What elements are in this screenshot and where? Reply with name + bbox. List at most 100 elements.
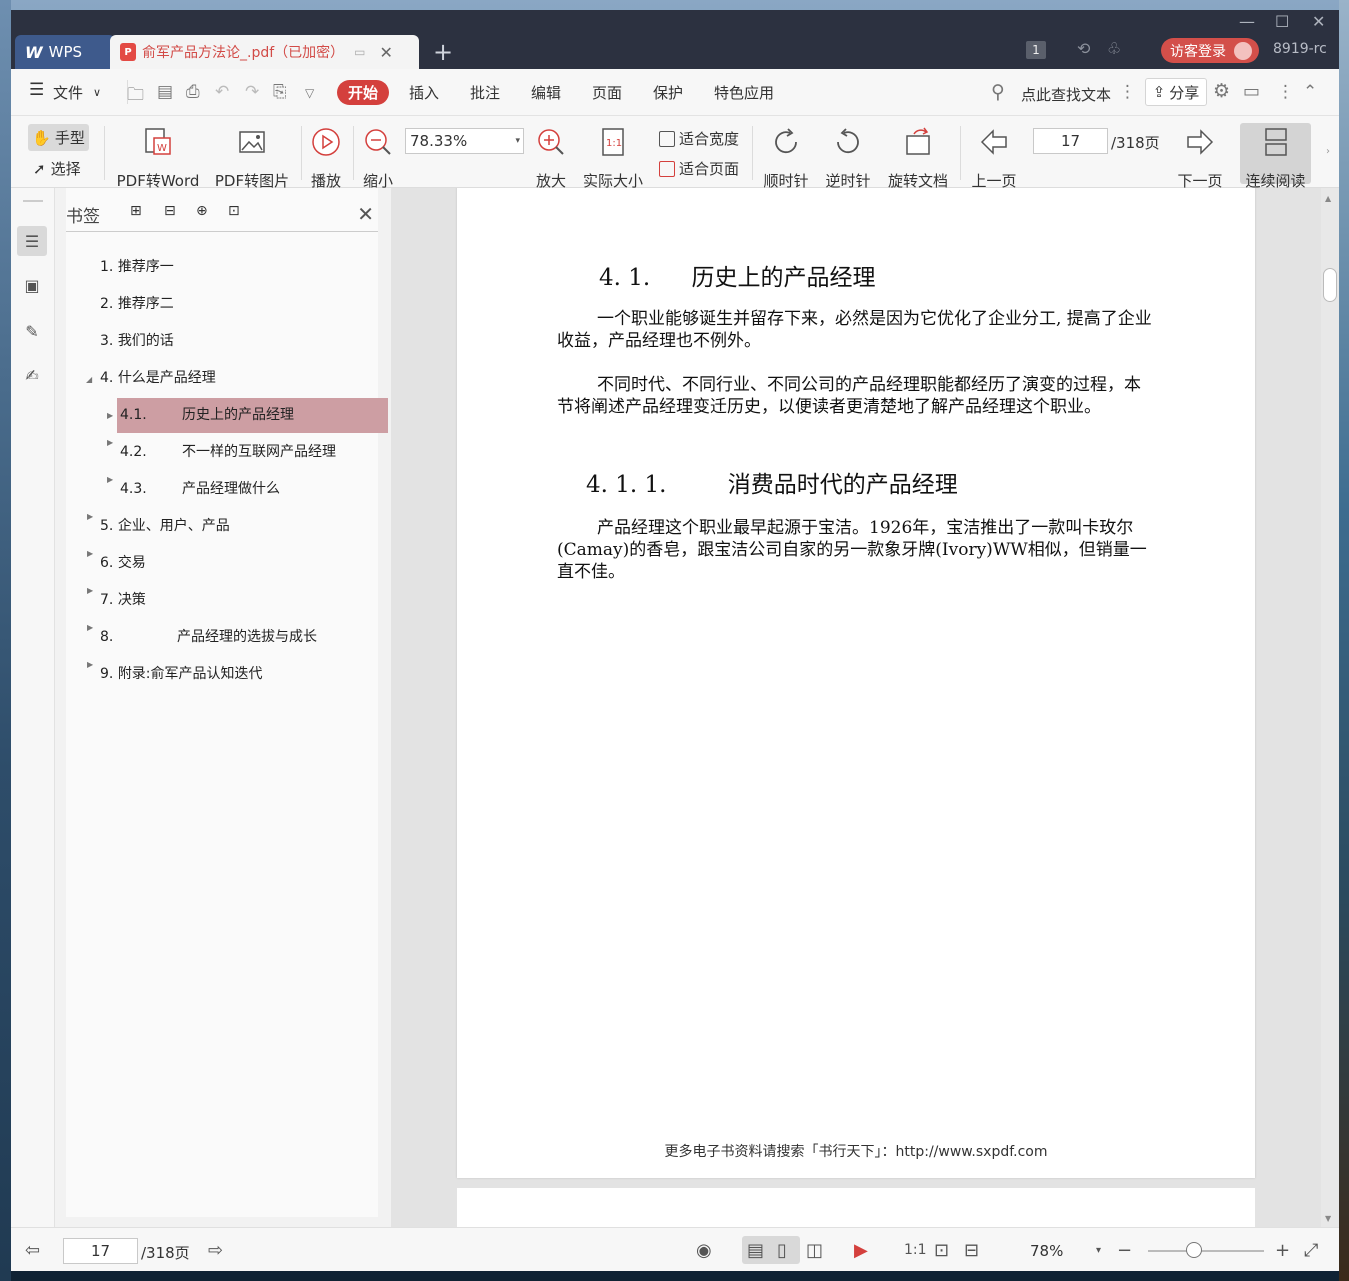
collapsed-caret-icon[interactable]: ▶: [107, 438, 113, 447]
wps-home-tab[interactable]: W WPS: [15, 35, 115, 69]
bookmark-panel-button[interactable]: ☰: [17, 226, 47, 256]
bookmark-item[interactable]: 3. 我们的话: [100, 324, 174, 359]
menu-annotate[interactable]: 批注: [470, 82, 500, 103]
fit-width-icon[interactable]: ⊟: [964, 1240, 979, 1261]
actual-size-button[interactable]: 1:1 实际大小: [581, 126, 645, 191]
search-find-text[interactable]: 点此查找文本: [1021, 84, 1111, 105]
bookmark-item[interactable]: 2. 推荐序二: [100, 287, 174, 322]
single-page-view-icon[interactable]: ▯: [777, 1240, 787, 1261]
bookmark-item[interactable]: 4. 什么是产品经理: [100, 361, 216, 396]
bookmark-item[interactable]: 5. 企业、用户、产品: [100, 509, 230, 544]
zoom-plus-icon[interactable]: +: [1275, 1240, 1290, 1261]
visitor-login-button[interactable]: 访客登录: [1161, 38, 1259, 63]
skin-icon[interactable]: ♧: [1107, 39, 1121, 58]
fit-width-button[interactable]: 适合宽度: [659, 128, 739, 149]
menu-edit[interactable]: 编辑: [531, 82, 561, 103]
bookmark-item[interactable]: 1. 推荐序一: [100, 250, 174, 285]
collapsed-caret-icon[interactable]: ▶: [107, 398, 113, 433]
bookmark-item[interactable]: 6. 交易: [100, 546, 146, 581]
expand-all-icon[interactable]: ⊞: [130, 203, 142, 219]
collapsed-caret-icon[interactable]: ▶: [87, 660, 93, 669]
status-page-input[interactable]: 17: [63, 1238, 138, 1264]
document-tab[interactable]: P 俞军产品方法论_.pdf（已加密） ▭ ✕: [110, 35, 419, 69]
window-count-badge[interactable]: 1: [1026, 41, 1046, 59]
collapsed-caret-icon[interactable]: ▶: [107, 475, 113, 484]
monitor-icon[interactable]: ▭: [354, 45, 365, 59]
next-page-button[interactable]: 下一页: [1175, 126, 1225, 191]
scrollbar-thumb[interactable]: [1323, 268, 1337, 302]
toolbar-scroll-right-icon[interactable]: ›: [1326, 146, 1330, 157]
collapse-ribbon-icon[interactable]: ⌃: [1303, 82, 1317, 102]
scroll-up-icon[interactable]: ▲: [1325, 194, 1331, 203]
actual-size-icon[interactable]: 1:1: [904, 1242, 927, 1258]
close-tab-icon[interactable]: ✕: [380, 43, 393, 62]
collapsed-caret-icon[interactable]: ▶: [87, 512, 93, 521]
minimize-icon[interactable]: —: [1239, 12, 1255, 31]
thumbnail-panel-button[interactable]: ▣: [17, 270, 47, 300]
continuous-view-icon[interactable]: ▤: [747, 1240, 764, 1261]
next-page-icon[interactable]: ⇨: [208, 1240, 223, 1261]
hamburger-icon[interactable]: ☰: [29, 80, 44, 100]
export-icon[interactable]: ⎘: [273, 82, 287, 102]
menu-special[interactable]: 特色应用: [714, 82, 774, 103]
expanded-caret-icon[interactable]: ◢: [86, 375, 92, 384]
settings-gear-icon[interactable]: ⚙: [1213, 80, 1230, 102]
page-number-input[interactable]: 17: [1033, 128, 1108, 154]
previous-page-icon[interactable]: ⇦: [25, 1240, 40, 1261]
bookmark-item[interactable]: 4.2. 不一样的互联网产品经理: [120, 435, 380, 470]
print-icon[interactable]: ⎙: [186, 82, 200, 102]
document-view[interactable]: 4. 1. 历史上的产品经理 一个职业能够诞生并留存下来，必然是因为它优化了企业…: [391, 188, 1339, 1227]
fit-page-icon[interactable]: ⊡: [934, 1240, 949, 1261]
zoom-out-button[interactable]: 缩小: [361, 126, 395, 191]
hand-tool-button[interactable]: ✋ 手型: [28, 124, 89, 151]
zoom-slider-track[interactable]: [1148, 1250, 1264, 1252]
select-tool-button[interactable]: ➚ 选择: [33, 158, 81, 179]
maximize-icon[interactable]: ☐: [1275, 12, 1289, 31]
bookmark-item[interactable]: 7. 决策: [100, 583, 146, 618]
collapsed-caret-icon[interactable]: ▶: [87, 623, 93, 632]
chevron-down-icon[interactable]: ∨: [93, 86, 101, 99]
vertical-scrollbar[interactable]: ▲ ▼: [1321, 188, 1339, 1227]
signature-panel-button[interactable]: ✍: [17, 360, 47, 390]
bookmark-item-selected[interactable]: ▶ 4.1. 历史上的产品经理: [107, 398, 388, 433]
zoom-dropdown-icon[interactable]: ▾: [1096, 1245, 1101, 1256]
rail-drag-handle[interactable]: [23, 200, 43, 202]
two-page-view-icon[interactable]: ◫: [806, 1240, 823, 1261]
redo-icon[interactable]: ↷: [245, 82, 259, 102]
rotate-counterclockwise-button[interactable]: 逆时针: [823, 126, 873, 191]
rotate-document-button[interactable]: 旋转文档: [885, 126, 951, 191]
file-menu[interactable]: 文件: [53, 82, 83, 103]
menu-page[interactable]: 页面: [592, 82, 622, 103]
open-folder-icon[interactable]: 🗀: [127, 82, 144, 111]
play-slideshow-icon[interactable]: ▶: [854, 1240, 868, 1261]
rotate-clockwise-button[interactable]: 顺时针: [761, 126, 811, 191]
bookmark-item[interactable]: 8. 产品经理的选拔与成长: [100, 620, 380, 655]
bookmark-item[interactable]: 4.3. 产品经理做什么: [120, 472, 380, 507]
zoom-in-button[interactable]: 放大: [534, 126, 568, 191]
collapse-all-icon[interactable]: ⊟: [164, 203, 176, 219]
more-options-icon[interactable]: ⋮: [1119, 82, 1136, 102]
fit-page-button[interactable]: 适合页面: [659, 158, 739, 179]
add-bookmark-icon[interactable]: ⊕: [196, 203, 208, 219]
collapsed-caret-icon[interactable]: ▶: [87, 549, 93, 558]
scroll-down-icon[interactable]: ▼: [1325, 1214, 1331, 1223]
pdf-to-image-button[interactable]: PDF转图片: [213, 126, 291, 191]
close-pane-icon[interactable]: ✕: [357, 202, 374, 226]
menu-protect[interactable]: 保护: [653, 82, 683, 103]
play-button[interactable]: 播放: [309, 126, 343, 191]
share-button[interactable]: ⇪ 分享: [1145, 78, 1207, 106]
new-tab-icon[interactable]: +: [433, 38, 453, 66]
cloud-sync-icon[interactable]: ⟲: [1077, 39, 1090, 58]
bookmark-options-icon[interactable]: ⊡: [228, 203, 240, 219]
fullscreen-icon[interactable]: ⤢: [1304, 1240, 1318, 1261]
bookmark-item[interactable]: 9. 附录:俞军产品认知迭代: [100, 657, 263, 692]
zoom-slider-thumb[interactable]: [1186, 1242, 1203, 1258]
pdf-to-word-button[interactable]: W PDF转Word: [114, 126, 202, 191]
status-zoom-value[interactable]: 78%: [1030, 1242, 1063, 1260]
previous-page-button[interactable]: 上一页: [969, 126, 1019, 191]
close-window-icon[interactable]: ✕: [1312, 12, 1325, 31]
undo-icon[interactable]: ↶: [215, 82, 229, 102]
quick-access-dropdown-icon[interactable]: ▽: [305, 86, 314, 100]
more-menu-icon[interactable]: ⋮: [1277, 82, 1294, 102]
collapsed-caret-icon[interactable]: ▶: [87, 586, 93, 595]
